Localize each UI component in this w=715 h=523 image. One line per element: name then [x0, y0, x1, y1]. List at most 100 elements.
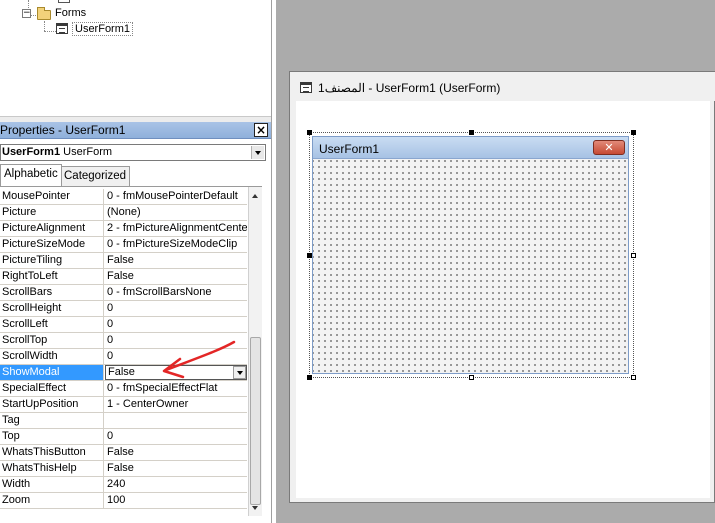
property-name[interactable]: PictureTiling — [0, 253, 104, 268]
property-name[interactable]: Width — [0, 477, 104, 492]
property-row-picturetiling[interactable]: PictureTiling False — [0, 253, 247, 269]
property-value[interactable]: False — [105, 445, 247, 460]
partial-item-icon — [58, 0, 70, 3]
property-row-width[interactable]: Width 240 — [0, 477, 247, 493]
chevron-down-icon[interactable] — [251, 146, 264, 159]
code-workspace: المصنف1 - UserForm1 (UserForm) UserForm1… — [276, 0, 715, 523]
property-name[interactable]: RightToLeft — [0, 269, 104, 284]
property-value[interactable]: 0 - fmSpecialEffectFlat — [105, 381, 247, 396]
property-row-top[interactable]: Top 0 — [0, 429, 247, 445]
property-value[interactable]: 1 - CenterOwner — [105, 397, 247, 412]
userform-surface[interactable]: UserForm1 ✕ — [312, 136, 629, 374]
property-name[interactable]: PictureSizeMode — [0, 237, 104, 252]
project-explorer-tree: − Forms UserForm1 — [0, 0, 271, 116]
property-grid-scrollbar[interactable] — [248, 187, 262, 516]
tree-line-child-vertical — [44, 21, 45, 31]
userform-titlebar: UserForm1 ✕ — [313, 137, 628, 159]
property-row-whatsthishelp[interactable]: WhatsThisHelp False — [0, 461, 247, 477]
property-row-whatsthisbutton[interactable]: WhatsThisButton False — [0, 445, 247, 461]
collapse-toggle-icon[interactable]: − — [22, 9, 31, 18]
tree-item-userform1[interactable]: UserForm1 — [72, 22, 134, 36]
property-value[interactable]: (None) — [105, 205, 247, 220]
property-value[interactable] — [105, 413, 247, 428]
tree-item-forms[interactable]: Forms — [55, 7, 86, 19]
property-value[interactable]: 0 - fmScrollBarsNone — [105, 285, 247, 300]
property-value[interactable]: 0 — [105, 301, 247, 316]
property-name[interactable]: Zoom — [0, 493, 104, 508]
property-name[interactable]: ScrollWidth — [0, 349, 104, 364]
property-name[interactable]: Tag — [0, 413, 104, 428]
property-name[interactable]: ScrollLeft — [0, 317, 104, 332]
object-selector[interactable]: UserForm1 UserForm — [0, 144, 266, 161]
property-value[interactable]: False — [105, 365, 247, 380]
userform-icon — [300, 82, 312, 93]
property-row-tag[interactable]: Tag — [0, 413, 247, 429]
property-value[interactable]: 0 — [105, 317, 247, 332]
resize-handle — [469, 130, 474, 135]
resize-handle[interactable] — [469, 375, 474, 380]
property-row-mousepointer[interactable]: MousePointer 0 - fmMousePointerDefault — [0, 189, 247, 205]
property-name[interactable]: PictureAlignment — [0, 221, 104, 236]
property-value[interactable]: False — [105, 253, 247, 268]
property-row-zoom[interactable]: Zoom 100 — [0, 493, 247, 509]
userform-caption: UserForm1 — [319, 142, 380, 156]
scroll-up-icon[interactable] — [249, 189, 262, 203]
designer-titlebar[interactable]: المصنف1 - UserForm1 (UserForm) — [290, 72, 715, 101]
object-name: UserForm1 — [2, 146, 61, 158]
property-name[interactable]: SpecialEffect — [0, 381, 104, 396]
scroll-thumb[interactable] — [250, 337, 261, 505]
left-pane: − Forms UserForm1 Properties - UserForm1… — [0, 0, 272, 523]
property-name[interactable]: StartUpPosition — [0, 397, 104, 412]
property-row-picturealignment[interactable]: PictureAlignment 2 - fmPictureAlignmentCe… — [0, 221, 247, 237]
property-value[interactable]: 0 - fmMousePointerDefault — [105, 189, 247, 204]
property-row-scrollleft[interactable]: ScrollLeft 0 — [0, 317, 247, 333]
designer-title: المصنف1 - UserForm1 (UserForm) — [318, 81, 501, 95]
property-row-scrollbars[interactable]: ScrollBars 0 - fmScrollBarsNone — [0, 285, 247, 301]
tab-categorized[interactable]: Categorized — [60, 166, 131, 186]
property-value[interactable]: 0 - fmPictureSizeModeClip — [105, 237, 247, 252]
property-value[interactable]: 2 - fmPictureAlignmentCenter — [105, 221, 247, 236]
property-name[interactable]: WhatsThisButton — [0, 445, 104, 460]
property-row-scrollwidth[interactable]: ScrollWidth 0 — [0, 349, 247, 365]
property-value[interactable]: 0 — [105, 333, 247, 348]
property-row-righttoleft[interactable]: RightToLeft False — [0, 269, 247, 285]
resize-handle — [307, 375, 312, 380]
property-name[interactable]: ShowModal — [0, 365, 104, 380]
property-value[interactable]: 240 — [105, 477, 247, 492]
tab-alphabetic[interactable]: Alphabetic — [0, 164, 62, 186]
property-name[interactable]: Top — [0, 429, 104, 444]
property-row-scrollheight[interactable]: ScrollHeight 0 — [0, 301, 247, 317]
property-row-picturesizemode[interactable]: PictureSizeMode 0 - fmPictureSizeModeClip — [0, 237, 247, 253]
properties-titlebar[interactable]: Properties - UserForm1 × — [0, 122, 271, 139]
property-row-startupposition[interactable]: StartUpPosition 1 - CenterOwner — [0, 397, 247, 413]
property-grid: MousePointer 0 - fmMousePointerDefault Pic… — [0, 186, 262, 516]
property-value[interactable]: False — [105, 269, 247, 284]
property-name[interactable]: ScrollBars — [0, 285, 104, 300]
property-row-specialeffect[interactable]: SpecialEffect 0 - fmSpecialEffectFlat — [0, 381, 247, 397]
close-icon[interactable]: × — [254, 123, 268, 137]
folder-icon — [37, 7, 51, 20]
tree-item-partial[interactable] — [58, 0, 128, 4]
object-type: UserForm — [63, 146, 113, 158]
property-name[interactable]: ScrollTop — [0, 333, 104, 348]
properties-tabs: Alphabetic Categorized — [0, 164, 271, 186]
property-value[interactable]: 100 — [105, 493, 247, 508]
property-name[interactable]: ScrollHeight — [0, 301, 104, 316]
close-icon: ✕ — [593, 140, 625, 155]
property-value[interactable]: False — [105, 461, 247, 476]
property-name[interactable]: Picture — [0, 205, 104, 220]
property-row-scrolltop[interactable]: ScrollTop 0 — [0, 333, 247, 349]
resize-handle[interactable] — [631, 375, 636, 380]
scroll-down-icon[interactable] — [249, 501, 262, 515]
property-name[interactable]: MousePointer — [0, 189, 104, 204]
resize-handle[interactable] — [631, 253, 636, 258]
property-row-showmodal[interactable]: ShowModal False — [0, 365, 247, 381]
property-name[interactable]: WhatsThisHelp — [0, 461, 104, 476]
tree-line-child-horizontal — [44, 31, 56, 32]
property-value[interactable]: 0 — [105, 429, 247, 444]
property-row-picture[interactable]: Picture (None) — [0, 205, 247, 221]
property-value[interactable]: 0 — [105, 349, 247, 364]
resize-handle — [631, 130, 636, 135]
userform-designer-window[interactable]: المصنف1 - UserForm1 (UserForm) UserForm1… — [289, 71, 715, 503]
chevron-down-icon[interactable] — [233, 366, 246, 379]
